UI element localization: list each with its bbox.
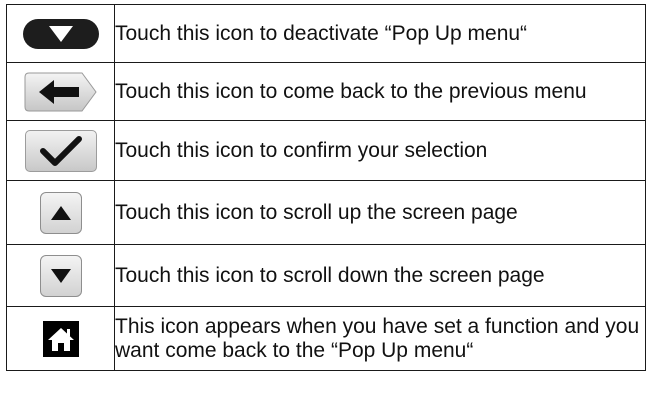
- icon-cell: [6, 244, 115, 307]
- back-arrow-icon: [24, 72, 97, 111]
- scroll-up-button: [39, 191, 82, 234]
- table-row: Touch this icon to come back to the prev…: [6, 62, 646, 121]
- home-icon: [47, 327, 74, 351]
- table-row: Touch this icon to confirm your selectio…: [6, 120, 646, 181]
- scroll-down-button: [39, 254, 82, 297]
- row-description: Touch this icon to deactivate “Pop Up me…: [114, 4, 646, 63]
- home-button: [42, 320, 79, 357]
- back-button: [24, 72, 98, 112]
- confirm-button: [24, 129, 97, 172]
- scroll-down-icon: [50, 268, 71, 283]
- row-description: Touch this icon to confirm your selectio…: [114, 120, 646, 181]
- icon-cell: [6, 62, 115, 121]
- triangle-down-icon: [48, 25, 73, 42]
- row-description: Touch this icon to scroll down the scree…: [114, 244, 646, 307]
- icon-cell: [6, 306, 115, 371]
- checkmark-icon: [39, 135, 82, 166]
- table-row: Touch this icon to deactivate “Pop Up me…: [6, 4, 646, 63]
- row-description: Touch this icon to scroll up the screen …: [114, 180, 646, 245]
- icon-legend-table: Touch this icon to deactivate “Pop Up me…: [6, 4, 646, 371]
- table-row: This icon appears when you have set a fu…: [6, 306, 646, 371]
- icon-cell: [6, 4, 115, 63]
- row-description: Touch this icon to come back to the prev…: [114, 62, 646, 121]
- row-description: This icon appears when you have set a fu…: [114, 306, 646, 371]
- table-row: Touch this icon to scroll down the scree…: [6, 244, 646, 307]
- icon-cell: [6, 180, 115, 245]
- table-row: Touch this icon to scroll up the screen …: [6, 180, 646, 245]
- icon-cell: [6, 120, 115, 181]
- deactivate-popup-button: [22, 18, 99, 49]
- scroll-up-icon: [50, 205, 71, 220]
